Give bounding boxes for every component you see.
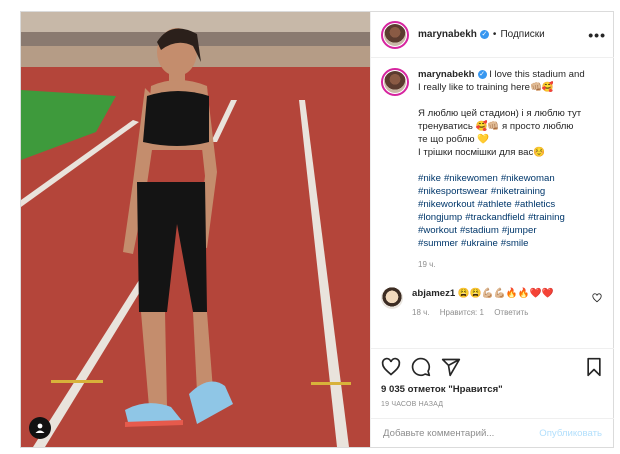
posted-time[interactable]: 19 ЧАСОВ НАЗАД bbox=[381, 401, 604, 408]
post-header: marynabekh ✓ • Подписки ••• bbox=[371, 12, 614, 58]
author-avatar[interactable] bbox=[381, 20, 409, 49]
commenter-username[interactable]: abjamez1 bbox=[412, 288, 455, 299]
bookmark-icon[interactable] bbox=[584, 357, 604, 377]
comment-icon[interactable] bbox=[411, 357, 431, 377]
hashtag-link[interactable]: #longjump bbox=[418, 212, 462, 223]
hashtag-link[interactable]: #workout bbox=[418, 225, 457, 236]
caption-line: I love this stadium and bbox=[489, 69, 585, 80]
comment-time: 18 ч. bbox=[412, 308, 430, 317]
comment-text: 😩😩💪🏼💪🏼🔥🔥❤️❤️ bbox=[457, 288, 554, 299]
add-comment-input[interactable] bbox=[381, 426, 540, 440]
hashtag-link[interactable]: #nikewoman bbox=[501, 173, 555, 184]
caption-ua-line: те що роблю 💛 bbox=[418, 134, 490, 145]
user-tag-icon[interactable] bbox=[29, 417, 51, 439]
post-sidebar: marynabekh ✓ • Подписки ••• marynabekh ✓ … bbox=[370, 12, 614, 447]
hashtag-link[interactable]: #niketraining bbox=[491, 186, 545, 197]
hashtag-link[interactable]: #training bbox=[528, 212, 565, 223]
actions-bar: 9 035 отметок "Нравится" 19 ЧАСОВ НАЗАД bbox=[371, 348, 614, 418]
hashtag-link[interactable]: #nikesportswear bbox=[418, 186, 488, 197]
hashtag-link[interactable]: #summer bbox=[418, 238, 458, 249]
author-username[interactable]: marynabekh bbox=[418, 29, 477, 40]
hashtag-link[interactable]: #ukraine bbox=[461, 238, 498, 249]
hashtag-link[interactable]: #smile bbox=[501, 238, 529, 249]
reply-button[interactable]: Ответить bbox=[494, 308, 528, 317]
verified-badge-icon: ✓ bbox=[479, 30, 489, 39]
hashtag-link[interactable]: #nikeworkout bbox=[418, 199, 475, 210]
hashtag-link[interactable]: #athlete bbox=[478, 199, 512, 210]
commenter-avatar[interactable] bbox=[381, 287, 403, 309]
like-comment-icon[interactable] bbox=[592, 293, 602, 303]
hashtag-link[interactable]: #jumper bbox=[502, 225, 537, 236]
caption-ua-line: Я люблю цей стадион) і я люблю тут bbox=[418, 108, 582, 119]
heart-icon[interactable] bbox=[381, 357, 401, 377]
caption-author-avatar[interactable] bbox=[381, 68, 409, 96]
hashtag-link[interactable]: #trackandfield bbox=[465, 212, 525, 223]
hashtag-link[interactable]: #athletics bbox=[515, 199, 556, 210]
caption-ua-line: І трішки посмішки для вас☺️ bbox=[418, 147, 546, 158]
following-button[interactable]: Подписки bbox=[500, 29, 544, 40]
caption-ua-line: тренуватись 🥰👊🏼 я просто люблю bbox=[418, 121, 574, 132]
share-icon[interactable] bbox=[441, 357, 461, 377]
caption-line: I really like to training here👊🏼🥰 bbox=[418, 82, 554, 93]
add-comment-bar: Опубликовать bbox=[371, 418, 614, 447]
comment-likes[interactable]: Нравится: 1 bbox=[440, 308, 484, 317]
hashtag-link[interactable]: #nikewomen bbox=[444, 173, 498, 184]
likes-count[interactable]: 9 035 отметок "Нравится" bbox=[381, 384, 604, 395]
instagram-post: marynabekh ✓ • Подписки ••• marynabekh ✓ … bbox=[20, 11, 614, 448]
verified-badge-icon: ✓ bbox=[477, 69, 487, 79]
post-photo[interactable] bbox=[21, 12, 370, 447]
comments-area: marynabekh ✓ I love this stadium and I re… bbox=[371, 58, 614, 348]
comment: abjamez1 😩😩💪🏼💪🏼🔥🔥❤️❤️ 18 ч. Нравится: 1 … bbox=[381, 287, 602, 319]
caption-username[interactable]: marynabekh bbox=[418, 69, 475, 80]
hashtag-link[interactable]: #nike bbox=[418, 173, 441, 184]
separator-dot: • bbox=[492, 29, 497, 40]
athlete-on-track-image bbox=[21, 12, 370, 447]
caption-time: 19 ч. bbox=[418, 260, 436, 269]
hashtags: #nike #nikewomen #nikewoman #nikesportswea… bbox=[418, 172, 585, 250]
publish-button[interactable]: Опубликовать bbox=[539, 428, 602, 439]
hashtag-link[interactable]: #stadium bbox=[460, 225, 499, 236]
caption: marynabekh ✓ I love this stadium and I re… bbox=[381, 68, 602, 271]
more-options-icon[interactable]: ••• bbox=[588, 27, 606, 43]
